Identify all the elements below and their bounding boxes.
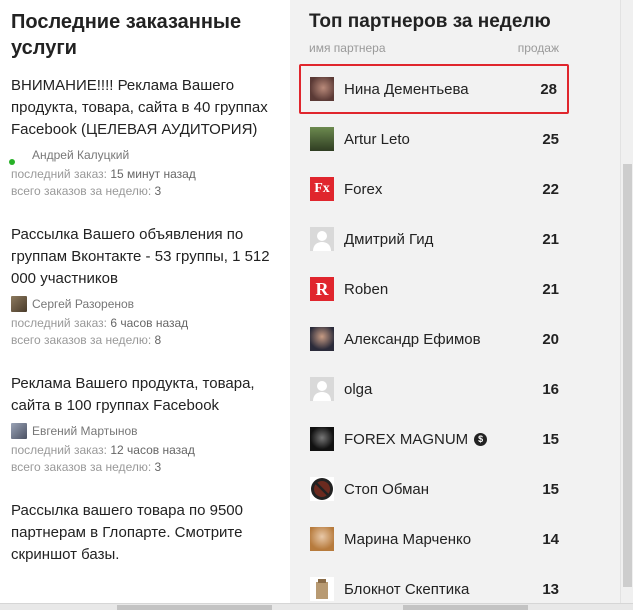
partner-row[interactable]: Artur Leto 25: [299, 114, 569, 164]
order-user-name[interactable]: Сергей Разоренов: [32, 297, 134, 311]
partner-row[interactable]: Александр Ефимов 20: [299, 314, 569, 364]
partner-name[interactable]: FOREX MAGNUM: [344, 431, 468, 448]
order-title-link[interactable]: Реклама Вашего продукта, товара, сайта в…: [11, 373, 273, 417]
order-title-link[interactable]: Рассылка вашего товара по 9500 партнерам…: [11, 500, 273, 566]
partner-sales: 22: [542, 180, 559, 198]
partner-sales: 16: [542, 380, 559, 398]
order-user[interactable]: Сергей Разоренов: [11, 295, 290, 313]
notebook-icon: [310, 577, 334, 601]
recent-orders-panel: Последние заказанные услуги ВНИМАНИЕ!!!!…: [0, 0, 290, 610]
order-user[interactable]: Евгений Мартынов: [11, 422, 290, 440]
partner-sales: 21: [542, 230, 559, 248]
week-orders-label: всего заказов за неделю:: [11, 333, 152, 347]
stop-sign-icon: [310, 477, 334, 501]
week-orders-value: 3: [154, 460, 162, 474]
order-item: Реклама Вашего продукта, товара, сайта в…: [11, 373, 290, 476]
partner-sales: 15: [542, 430, 559, 448]
user-avatar: [11, 423, 27, 439]
top-partners-title: Топ партнеров за неделю: [309, 11, 551, 32]
last-order-line: последний заказ: 12 часов назад: [11, 442, 290, 459]
partner-row[interactable]: R Roben 21: [299, 264, 569, 314]
order-user-name[interactable]: Андрей Калуцкий: [32, 148, 129, 162]
partner-row[interactable]: Стоп Обман 15: [299, 464, 569, 514]
partner-row[interactable]: Нина Дементьева 28: [299, 64, 569, 114]
horizontal-scrollbar-thumb[interactable]: [403, 605, 528, 610]
last-order-label: последний заказ:: [11, 443, 108, 457]
order-title-link[interactable]: Рассылка Вашего объявления по группам Вк…: [11, 224, 273, 290]
partner-avatar: [310, 77, 334, 101]
last-order-line: последний заказ: 6 часов назад: [11, 315, 290, 332]
last-order-value: 15 минут назад: [110, 167, 196, 181]
order-user[interactable]: Андрей Калуцкий: [9, 146, 290, 165]
sales-column-label: продаж: [517, 41, 559, 55]
partner-row[interactable]: Дмитрий Гид 21: [299, 214, 569, 264]
partner-row[interactable]: FOREX MAGNUM $ 15: [299, 414, 569, 464]
partner-name[interactable]: Artur Leto: [344, 131, 539, 148]
partner-name[interactable]: Марина Марченко: [344, 531, 539, 548]
recent-orders-title: Последние заказанные услуги: [11, 11, 242, 59]
last-order-line: последний заказ: 15 минут назад: [11, 166, 290, 183]
partner-name[interactable]: Roben: [344, 281, 539, 298]
partner-sales: 25: [542, 130, 559, 148]
last-order-label: последний заказ:: [11, 316, 108, 330]
order-title-link[interactable]: ВНИМАНИЕ!!!! Реклама Вашего продукта, то…: [11, 75, 273, 141]
partner-row[interactable]: olga 16: [299, 364, 569, 414]
money-bag-icon: $: [474, 432, 488, 446]
top-partners-panel: Топ партнеров за неделю имя партнера про…: [290, 0, 620, 610]
vertical-scrollbar[interactable]: [620, 0, 633, 603]
partner-name-wrap: FOREX MAGNUM $: [344, 431, 539, 448]
partner-name[interactable]: olga: [344, 381, 539, 398]
week-orders-line: всего заказов за неделю: 3: [11, 459, 290, 476]
horizontal-scrollbar[interactable]: [0, 603, 633, 610]
week-orders-value: 3: [154, 184, 162, 198]
partner-sales: 14: [542, 530, 559, 548]
last-order-value: 12 часов назад: [110, 443, 195, 457]
partner-name[interactable]: Стоп Обман: [344, 481, 539, 498]
week-orders-value: 8: [154, 333, 162, 347]
horizontal-scrollbar-thumb[interactable]: [117, 605, 272, 610]
partner-sales: 21: [542, 280, 559, 298]
week-orders-line: всего заказов за неделю: 3: [11, 183, 290, 200]
online-status-icon: [9, 159, 15, 165]
order-user-name[interactable]: Евгений Мартынов: [32, 424, 138, 438]
partner-name[interactable]: Forex: [344, 181, 539, 198]
partner-sales: 28: [540, 80, 557, 98]
order-item: Рассылка вашего товара по 9500 партнерам…: [11, 500, 290, 566]
partners-list: Нина Дементьева 28 Artur Leto 25 Fx Fore…: [299, 64, 569, 610]
partner-row[interactable]: Fx Forex 22: [299, 164, 569, 214]
roben-logo-icon: R: [310, 277, 334, 301]
partner-name[interactable]: Блокнот Скептика: [344, 581, 539, 598]
partner-row[interactable]: Марина Марченко 14: [299, 514, 569, 564]
partner-sales: 15: [542, 480, 559, 498]
last-order-label: последний заказ:: [11, 167, 108, 181]
partner-sales: 20: [542, 330, 559, 348]
default-avatar-icon: [310, 227, 334, 251]
week-orders-label: всего заказов за неделю:: [11, 184, 152, 198]
partner-avatar: [310, 427, 334, 451]
forex-logo-icon: Fx: [310, 177, 334, 201]
partner-avatar: [310, 127, 334, 151]
partners-column-header: имя партнера продаж: [309, 41, 559, 55]
user-avatar: [9, 147, 27, 165]
vertical-scrollbar-thumb[interactable]: [623, 164, 632, 587]
order-item: Рассылка Вашего объявления по группам Вк…: [11, 224, 290, 349]
partner-name[interactable]: Нина Дементьева: [344, 81, 537, 98]
partner-name[interactable]: Дмитрий Гид: [344, 231, 539, 248]
user-avatar: [11, 296, 27, 312]
week-orders-line: всего заказов за неделю: 8: [11, 332, 290, 349]
partner-avatar: [310, 327, 334, 351]
default-avatar-icon: [310, 377, 334, 401]
last-order-value: 6 часов назад: [110, 316, 189, 330]
partner-name-column-label: имя партнера: [309, 41, 386, 55]
partner-name[interactable]: Александр Ефимов: [344, 331, 539, 348]
order-item: ВНИМАНИЕ!!!! Реклама Вашего продукта, то…: [9, 75, 290, 200]
partner-sales: 13: [542, 580, 559, 598]
partner-avatar: [310, 527, 334, 551]
week-orders-label: всего заказов за неделю:: [11, 460, 152, 474]
